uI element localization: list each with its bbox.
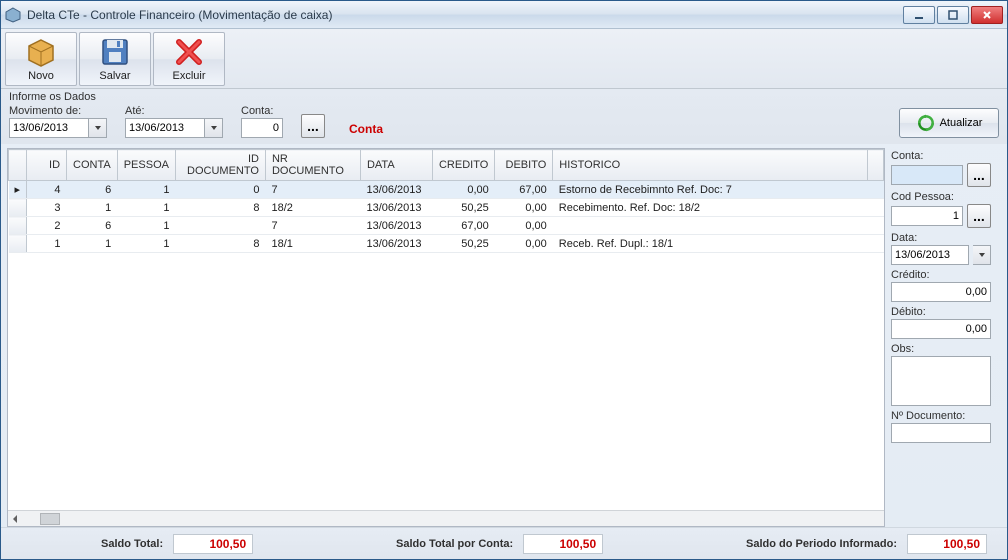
side-data-input[interactable] [891,245,969,265]
side-data-label: Data: [891,232,1001,244]
side-pessoa-lookup[interactable]: ... [967,204,991,228]
side-credito-label: Crédito: [891,269,1001,281]
saldo-periodo-label: Saldo do Periodo Informado: [746,538,897,550]
salvar-label: Salvar [99,70,130,82]
saldo-conta-value: 100,50 [523,534,603,554]
side-obs-label: Obs: [891,343,1001,355]
window-controls [903,6,1003,24]
excluir-label: Excluir [172,70,205,82]
side-credito-input[interactable] [891,282,991,302]
filter-section: Informe os Dados Movimento de: Até: [1,89,1007,144]
col-id[interactable]: ID [27,150,67,181]
col-credito[interactable]: CREDITO [432,150,494,181]
ate-label: Até: [125,105,223,117]
col-historico[interactable]: HISTORICO [553,150,868,181]
conta-lookup-button[interactable]: ... [301,114,325,138]
col-debito[interactable]: DEBITO [495,150,553,181]
side-conta-label: Conta: [891,150,1001,162]
data-grid[interactable]: ID CONTA PESSOA ID DOCUMENTO NR DOCUMENT… [7,148,885,527]
col-conta[interactable]: CONTA [67,150,118,181]
side-conta-input[interactable] [891,165,963,185]
col-pessoa[interactable]: PESSOA [117,150,175,181]
saldo-total-value: 100,50 [173,534,253,554]
col-nr-doc[interactable]: NR DOCUMENTO [265,150,360,181]
side-debito-input[interactable] [891,319,991,339]
conta-filter-input[interactable] [241,118,283,138]
horizontal-scrollbar[interactable] [8,510,884,526]
side-debito-label: Débito: [891,306,1001,318]
col-id-doc[interactable]: ID DOCUMENTO [175,150,265,181]
movimento-dropdown[interactable] [89,118,107,138]
refresh-icon [916,113,936,133]
filter-info-label: Informe os Dados [9,91,999,103]
conta-red-label: Conta [349,122,383,136]
atualizar-label: Atualizar [940,117,983,129]
save-icon [99,36,131,68]
close-button[interactable] [971,6,1003,24]
side-obs-input[interactable] [891,356,991,406]
side-cod-pessoa-input[interactable] [891,206,963,226]
movimento-input[interactable] [9,118,89,138]
box-icon [25,36,57,68]
ate-input[interactable] [125,118,205,138]
saldo-periodo-value: 100,50 [907,534,987,554]
app-icon [5,7,21,23]
ate-dropdown[interactable] [205,118,223,138]
col-data[interactable]: DATA [360,150,432,181]
conta-filter-label: Conta: [241,105,283,117]
salvar-button[interactable]: Salvar [79,32,151,86]
saldo-total-label: Saldo Total: [101,538,163,550]
table-row[interactable]: 311818/213/06/201350,250,00Recebimento. … [9,199,884,217]
table-row[interactable]: ▸4610713/06/20130,0067,00Estorno de Rece… [9,181,884,199]
side-nr-doc-label: Nº Documento: [891,410,1001,422]
saldo-conta-label: Saldo Total por Conta: [396,538,513,550]
novo-button[interactable]: Novo [5,32,77,86]
minimize-button[interactable] [903,6,935,24]
side-conta-lookup[interactable]: ... [967,163,991,187]
table-row[interactable]: 111818/113/06/201350,250,00Receb. Ref. D… [9,235,884,253]
side-panel: Conta: ... Cod Pessoa: ... Data: [891,148,1001,527]
novo-label: Novo [28,70,54,82]
table-row[interactable]: 261713/06/201367,000,00 [9,217,884,235]
side-cod-pessoa-label: Cod Pessoa: [891,191,1001,203]
maximize-button[interactable] [937,6,969,24]
delete-icon [173,36,205,68]
scrollbar-thumb[interactable] [40,513,60,525]
movimento-label: Movimento de: [9,105,107,117]
side-data-dropdown[interactable] [973,245,991,265]
atualizar-button[interactable]: Atualizar [899,108,999,138]
titlebar: Delta CTe - Controle Financeiro (Movimen… [1,1,1007,29]
side-nr-doc-input[interactable] [891,423,991,443]
footer: Saldo Total: 100,50 Saldo Total por Cont… [1,527,1007,559]
window-title: Delta CTe - Controle Financeiro (Movimen… [27,8,903,22]
app-window: Delta CTe - Controle Financeiro (Movimen… [0,0,1008,560]
toolbar: Novo Salvar Excluir [1,29,1007,89]
excluir-button[interactable]: Excluir [153,32,225,86]
